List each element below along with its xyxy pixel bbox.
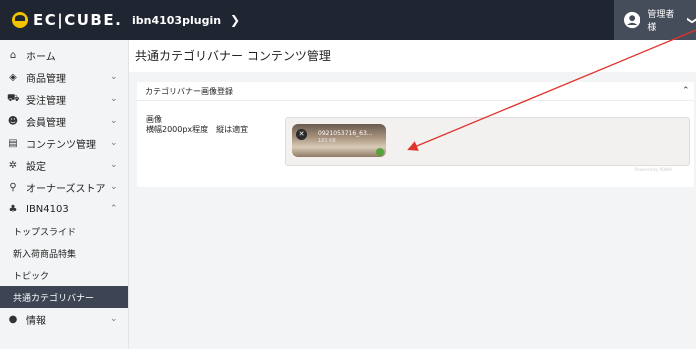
sidebar-subitem-label: 共通カテゴリバナー: [13, 293, 95, 304]
card-header[interactable]: カテゴリバナー画像登録 ⌃: [137, 82, 694, 101]
sidebar-item-home[interactable]: ⌂ ホーム: [0, 44, 128, 66]
sidebar-subitem-label: トピック: [13, 271, 50, 282]
chevron-down-icon: ⌄: [110, 72, 118, 82]
chevron-up-icon: ⌃: [110, 204, 118, 214]
sitemap-icon: ♣: [8, 203, 18, 215]
chevron-down-icon: ⌄: [110, 160, 118, 170]
sidebar: ⌂ ホーム ◈ 商品管理 ⌄ ⛟ 受注管理 ⌄ ☻ 会員管理 ⌄ ▤ コンテンツ…: [0, 40, 129, 349]
sidebar-item-customers[interactable]: ☻ 会員管理 ⌄: [0, 110, 128, 132]
sidebar-item-label: コンテンツ管理: [26, 139, 96, 151]
file-icon: ▤: [8, 137, 18, 149]
sidebar-item-label: 会員管理: [26, 117, 66, 129]
chevron-down-icon: ❯: [686, 15, 698, 25]
sidebar-item-owners-store[interactable]: ⚲ オーナーズストア ⌄: [0, 176, 128, 198]
sidebar-item-label: IBN4103: [26, 203, 69, 215]
sidebar-item-label: 設定: [26, 161, 46, 173]
admin-menu-button[interactable]: 管理者 様 ❯: [614, 0, 698, 40]
gear-icon: ✲: [8, 159, 18, 171]
chevron-down-icon: ⌄: [110, 138, 118, 148]
eccube-logo[interactable]: EC|CUBE.: [12, 10, 122, 30]
chevron-right-icon: ❯: [230, 13, 241, 27]
image-field-help: 横幅2000px程度 縦は適宜: [146, 125, 249, 134]
info-icon: ●: [8, 313, 18, 325]
remove-image-button[interactable]: ✕: [296, 129, 307, 140]
sidebar-item-orders[interactable]: ⛟ 受注管理 ⌄: [0, 88, 128, 110]
card-title: カテゴリバナー画像登録: [145, 86, 233, 96]
users-icon: ☻: [7, 115, 19, 127]
cube-icon: ◈: [9, 71, 17, 83]
sidebar-item-settings[interactable]: ✲ 設定 ⌄: [0, 154, 128, 176]
user-avatar-icon: [624, 11, 641, 29]
shop-link[interactable]: ibn4103plugin ❯: [132, 13, 240, 27]
page-title: 共通カテゴリバナー コンテンツ管理: [135, 49, 331, 63]
sidebar-subitem-label: 新入荷商品特集: [13, 249, 77, 260]
chevron-down-icon: ⌄: [110, 182, 118, 192]
sidebar-subitem-new-arrivals[interactable]: 新入荷商品特集: [0, 242, 128, 264]
chevron-down-icon: ⌄: [110, 94, 118, 104]
chevron-up-icon[interactable]: ⌃: [682, 86, 690, 96]
sidebar-subitem-label: トップスライド: [13, 227, 77, 238]
sidebar-item-label: 情報: [26, 315, 46, 327]
upload-complete-icon: [376, 148, 384, 156]
sidebar-item-contents[interactable]: ▤ コンテンツ管理 ⌄: [0, 132, 128, 154]
sidebar-item-label: 商品管理: [26, 73, 66, 85]
sidebar-subitem-top-slide[interactable]: トップスライド: [0, 220, 128, 242]
banner-image-card: カテゴリバナー画像登録 ⌃ 画像 横幅2000px程度 縦は適宜 ✕ 09210…: [137, 82, 694, 187]
sidebar-item-info[interactable]: ● 情報 ⌄: [0, 308, 128, 330]
image-upload-dropzone[interactable]: ✕ 0921053716_63... 183 KB: [285, 117, 690, 166]
top-header-bar: EC|CUBE. ibn4103plugin ❯ 管理者 様 ❯: [0, 0, 698, 40]
admin-name: 管理者 様: [647, 10, 675, 33]
upload-filesize: 183 KB: [318, 138, 336, 144]
sidebar-item-ibn4103[interactable]: ♣ IBN4103 ⌃: [0, 198, 128, 220]
sidebar-item-products[interactable]: ◈ 商品管理 ⌄: [0, 66, 128, 88]
cart-icon: ⛟: [7, 92, 20, 104]
sidebar-subitem-category-banner[interactable]: 共通カテゴリバナー: [0, 286, 128, 308]
plug-icon: ⚲: [9, 181, 17, 193]
upload-filename: 0921053716_63...: [318, 130, 373, 137]
chevron-down-icon: ⌄: [110, 116, 118, 126]
home-icon: ⌂: [9, 49, 17, 61]
sidebar-item-label: ホーム: [26, 51, 56, 63]
logo-mark-icon: [12, 12, 28, 28]
logo-text: EC|CUBE.: [33, 11, 123, 29]
shop-name: ibn4103plugin: [132, 13, 222, 27]
chevron-down-icon: ⌄: [110, 314, 118, 324]
uploaded-image-item: ✕ 0921053716_63... 183 KB: [292, 124, 386, 157]
sidebar-subitem-topics[interactable]: トピック: [0, 264, 128, 286]
sidebar-item-label: オーナーズストア: [26, 183, 106, 195]
powered-by-label: Powered by PQINA: [635, 167, 672, 172]
sidebar-item-label: 受注管理: [26, 95, 66, 107]
